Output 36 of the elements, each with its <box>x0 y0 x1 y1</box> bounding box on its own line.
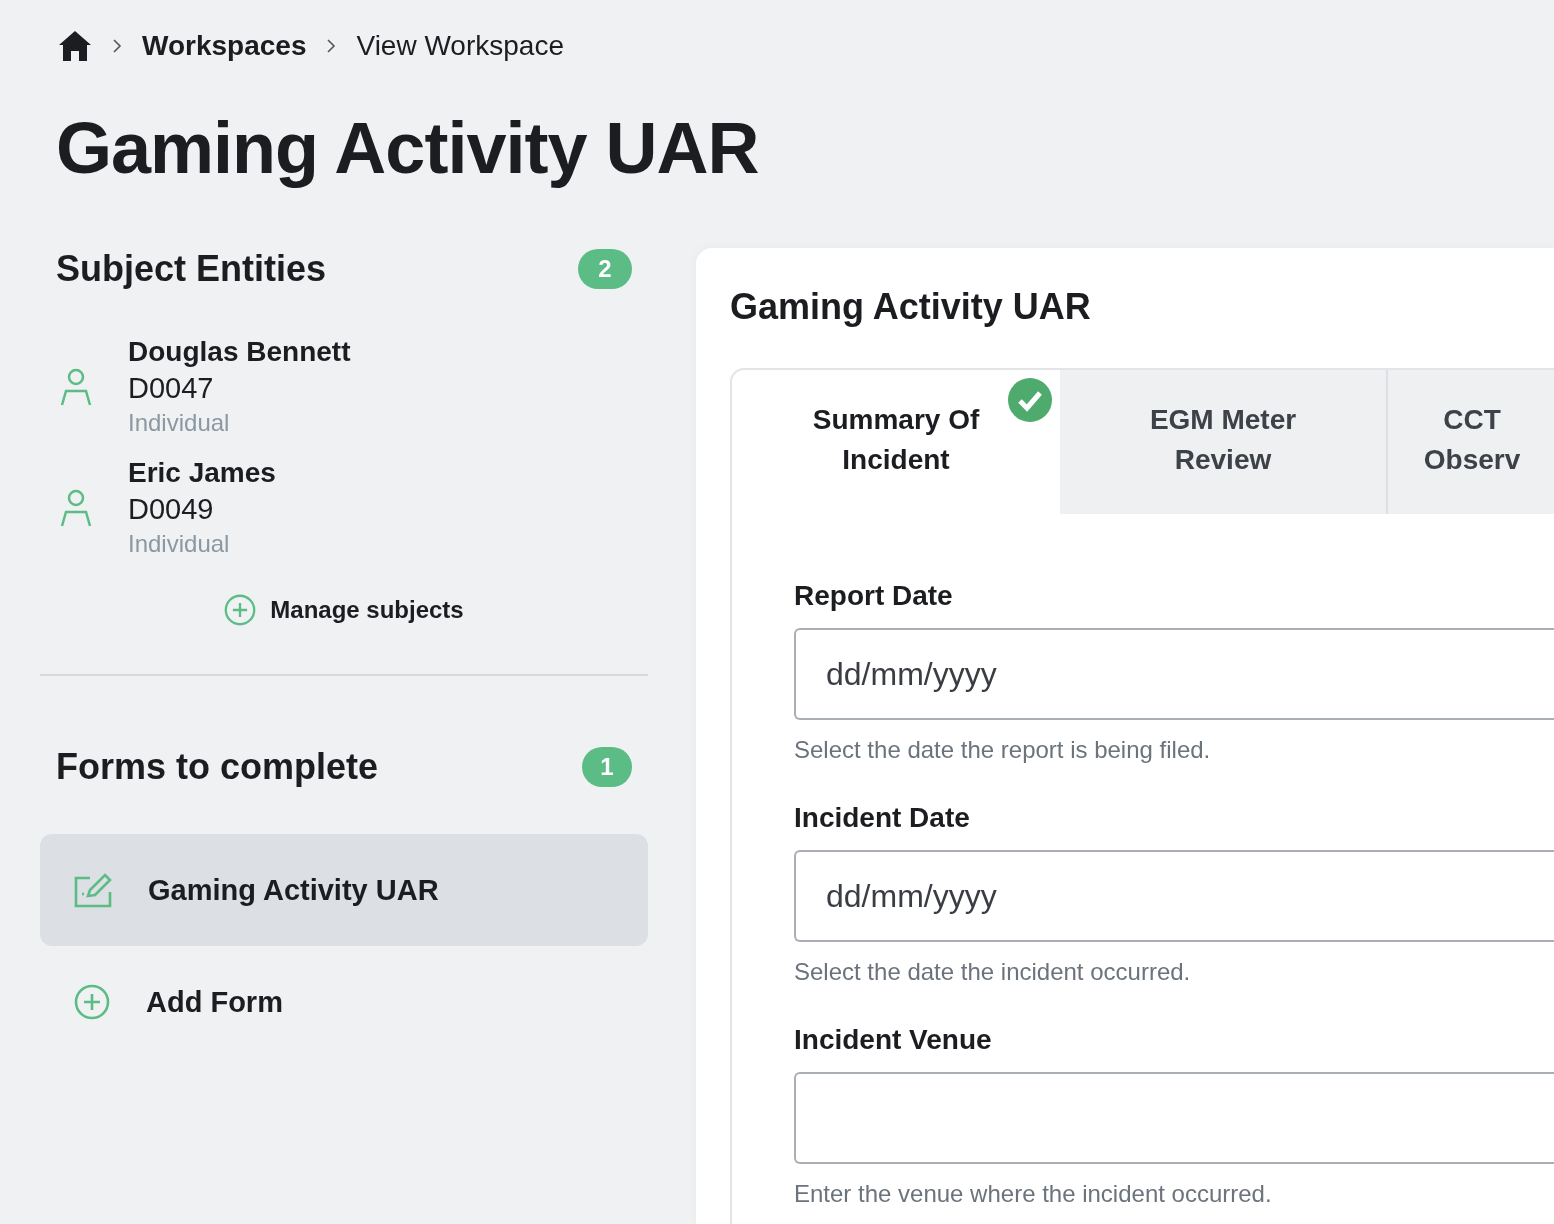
input-field[interactable]: dd/mm/yyyy <box>794 850 1554 942</box>
field-label: Incident Date <box>794 802 971 834</box>
subject-id: D0047 <box>128 372 215 405</box>
chevron-icon <box>110 39 124 53</box>
add-icon <box>224 594 257 626</box>
subject-type: Individual <box>128 530 231 558</box>
person-icon <box>60 367 92 406</box>
breadcrumb-link[interactable]: Workspaces <box>142 30 307 62</box>
form-name: Gaming Activity UAR <box>148 873 439 907</box>
help-text: Select the date the report is being filed. <box>794 736 1212 764</box>
section-title: Subject Entities <box>56 248 327 290</box>
manage-subjects-button[interactable]: Manage subjects <box>224 594 464 626</box>
subject-name: Eric James <box>128 457 276 489</box>
input-field[interactable]: dd/mm/yyyy <box>794 628 1554 720</box>
field-label: Report Date <box>794 580 954 612</box>
input-field[interactable] <box>794 1072 1554 1164</box>
section-title: Forms to complete <box>56 746 379 788</box>
panel-title: Gaming Activity UAR <box>730 286 1092 328</box>
help-text: Enter the venue where the incident occurred. <box>794 1180 1273 1208</box>
breadcrumb-link[interactable]: View Workspace <box>356 30 564 62</box>
add-icon <box>74 984 110 1020</box>
count-badge: 1 <box>582 747 632 787</box>
form-tab[interactable]: CCT Observ <box>1386 370 1554 514</box>
page-title: Gaming Activity UAR <box>56 107 760 190</box>
add-form-button[interactable]: Add Form <box>40 946 283 1058</box>
subject-name: Douglas Bennett <box>128 336 351 368</box>
field-label: Incident Venue <box>794 1024 993 1056</box>
form-tab[interactable]: EGM Meter Review <box>1060 370 1386 514</box>
count-badge: 2 <box>578 249 632 289</box>
help-text: Select the date the incident occurred. <box>794 958 1192 986</box>
person-icon <box>60 488 92 527</box>
edit-form-icon <box>74 872 114 908</box>
subject-id: D0049 <box>128 493 215 526</box>
subject-type: Individual <box>128 409 231 437</box>
form-list-item[interactable]: Gaming Activity UAR <box>40 834 648 946</box>
home-icon[interactable] <box>58 30 92 62</box>
